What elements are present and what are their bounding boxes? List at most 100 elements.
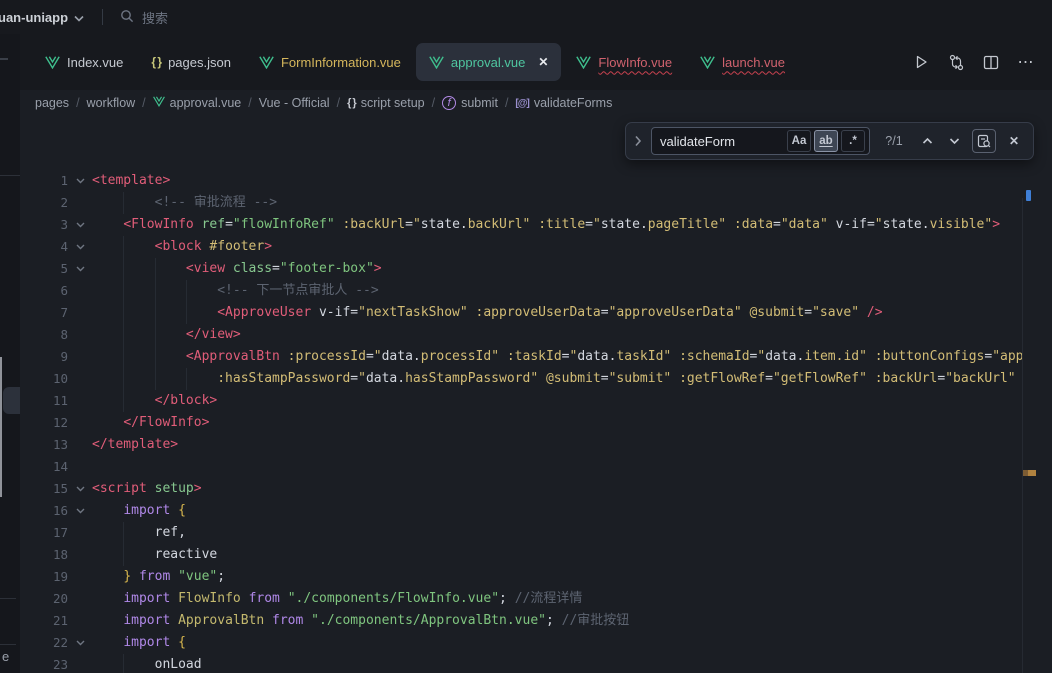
indent-guide (123, 544, 124, 566)
previous-match-icon[interactable] (918, 132, 936, 150)
line-number: 20 (20, 588, 68, 610)
code-text: reactive (92, 544, 1022, 566)
breadcrumb: pages/workflow/approval.vue/Vue - Offici… (20, 90, 1052, 116)
tab-label: Index.vue (67, 55, 123, 70)
line-number: 2 (20, 192, 68, 214)
code-area[interactable]: 1<template>2 <!-- 审批流程 -->3 <FlowInfo re… (20, 170, 1022, 673)
line-number: 16 (20, 500, 68, 522)
code-line-3[interactable]: 3 <FlowInfo ref="flowInfoRef" :backUrl="… (20, 214, 1022, 236)
close-tab-icon[interactable]: ✕ (538, 56, 548, 68)
fold-icon[interactable] (68, 632, 92, 654)
code-text: import { (92, 500, 1022, 522)
overview-ruler-border (1022, 198, 1023, 673)
run-icon[interactable] (911, 52, 931, 72)
breadcrumb-item-workflow[interactable]: workflow (87, 96, 136, 110)
code-line-22[interactable]: 22 import { (20, 632, 1022, 654)
code-line-14[interactable]: 14 (20, 456, 1022, 478)
code-line-23[interactable]: 23 onLoad (20, 654, 1022, 673)
code-text: </template> (92, 434, 1022, 456)
match-case-toggle[interactable]: Aa (787, 130, 811, 152)
compare-changes-icon[interactable] (946, 52, 966, 72)
sidebar-sliver: e (0, 34, 21, 673)
breadcrumb-separator: / (76, 96, 79, 110)
line-number: 7 (20, 302, 68, 324)
sidebar-selected-item[interactable] (3, 387, 21, 414)
tab-approval-vue[interactable]: approval.vue ✕ (416, 43, 562, 81)
code-line-6[interactable]: 6 <!-- 下一节点审批人 --> (20, 280, 1022, 302)
code-line-8[interactable]: 8 </view> (20, 324, 1022, 346)
tab-forminformation-vue[interactable]: FormInformation.vue (246, 43, 414, 81)
find-in-selection-icon[interactable] (972, 129, 996, 153)
tab-strip: Index.vue { }pages.jsonFormInformation.vu… (20, 34, 1052, 90)
toggle-replace-icon[interactable] (634, 135, 642, 147)
project-switcher[interactable]: uan-uniapp (0, 10, 84, 25)
sidebar-scrollbar[interactable] (0, 357, 2, 497)
fold-icon[interactable] (68, 236, 92, 258)
overview-ruler-warning-marker[interactable] (1023, 470, 1036, 476)
code-text: </block> (92, 390, 1022, 412)
indent-guide (123, 390, 124, 412)
code-line-5[interactable]: 5 <view class="footer-box"> (20, 258, 1022, 280)
breadcrumb-item-approval-vue[interactable]: approval.vue (153, 96, 242, 110)
tab-flowinfo-vue[interactable]: FlowInfo.vue (563, 43, 685, 81)
code-line-19[interactable]: 19 } from "vue"; (20, 566, 1022, 588)
code-line-7[interactable]: 7 <ApproveUser v-if="nextTaskShow" :appr… (20, 302, 1022, 324)
fold-spacer (68, 412, 92, 434)
vue-icon (259, 56, 274, 69)
code-line-16[interactable]: 16 import { (20, 500, 1022, 522)
code-line-21[interactable]: 21 import ApprovalBtn from "./components… (20, 610, 1022, 632)
indent-guide (186, 368, 187, 390)
code-line-13[interactable]: 13</template> (20, 434, 1022, 456)
find-input[interactable] (654, 134, 784, 149)
tab-label: approval.vue (451, 55, 525, 70)
vue-icon (45, 56, 60, 69)
code-line-9[interactable]: 9 <ApprovalBtn :processId="data.processI… (20, 346, 1022, 368)
tab-label: pages.json (168, 55, 231, 70)
function-icon: f (442, 96, 456, 110)
next-match-icon[interactable] (945, 132, 963, 150)
indent-guide (123, 236, 124, 258)
breadcrumb-item-validateforms[interactable]: [@]validateForms (515, 96, 612, 110)
fold-icon[interactable] (68, 478, 92, 500)
vue-icon (576, 56, 591, 69)
fold-icon[interactable] (68, 214, 92, 236)
whole-word-toggle[interactable]: ab (814, 130, 838, 152)
fold-spacer (68, 654, 92, 673)
breadcrumb-item-submit[interactable]: fsubmit (442, 96, 498, 110)
indent-guide (123, 368, 124, 390)
code-line-12[interactable]: 12 </FlowInfo> (20, 412, 1022, 434)
more-actions-icon[interactable]: ⋯ (1016, 52, 1036, 72)
code-line-11[interactable]: 11 </block> (20, 390, 1022, 412)
member-icon: [@] (515, 98, 528, 109)
tab-pages-json[interactable]: { }pages.json (138, 43, 244, 81)
fold-spacer (68, 192, 92, 214)
fold-icon[interactable] (68, 258, 92, 280)
breadcrumb-item-vue-official[interactable]: Vue - Official (259, 96, 330, 110)
code-text: ref, (92, 522, 1022, 544)
split-editor-icon[interactable] (981, 52, 1001, 72)
indent-guide (155, 368, 156, 390)
code-line-18[interactable]: 18 reactive (20, 544, 1022, 566)
code-line-2[interactable]: 2 <!-- 审批流程 --> (20, 192, 1022, 214)
indent-guide (155, 302, 156, 324)
breadcrumb-item-script-setup[interactable]: { }script setup (347, 96, 425, 110)
code-line-20[interactable]: 20 import FlowInfo from "./components/Fl… (20, 588, 1022, 610)
breadcrumb-separator: / (248, 96, 251, 110)
line-number: 15 (20, 478, 68, 500)
breadcrumb-item-pages[interactable]: pages (35, 96, 69, 110)
code-line-17[interactable]: 17 ref, (20, 522, 1022, 544)
fold-icon[interactable] (68, 170, 92, 192)
code-text: onLoad (92, 654, 1022, 673)
code-line-1[interactable]: 1<template> (20, 170, 1022, 192)
overview-ruler-find-marker[interactable] (1026, 190, 1031, 201)
fold-icon[interactable] (68, 500, 92, 522)
editor-column: Index.vue { }pages.jsonFormInformation.vu… (20, 34, 1052, 673)
global-search[interactable]: 搜索 (120, 8, 168, 27)
tab-index-vue[interactable]: Index.vue (32, 43, 136, 81)
code-line-10[interactable]: 10 :hasStampPassword="data.hasStampPassw… (20, 368, 1022, 390)
regex-toggle[interactable]: .* (841, 130, 865, 152)
tab-launch-vue[interactable]: launch.vue (687, 43, 798, 81)
close-find-icon[interactable]: ✕ (1005, 132, 1023, 150)
code-line-4[interactable]: 4 <block #footer> (20, 236, 1022, 258)
code-line-15[interactable]: 15<script setup> (20, 478, 1022, 500)
